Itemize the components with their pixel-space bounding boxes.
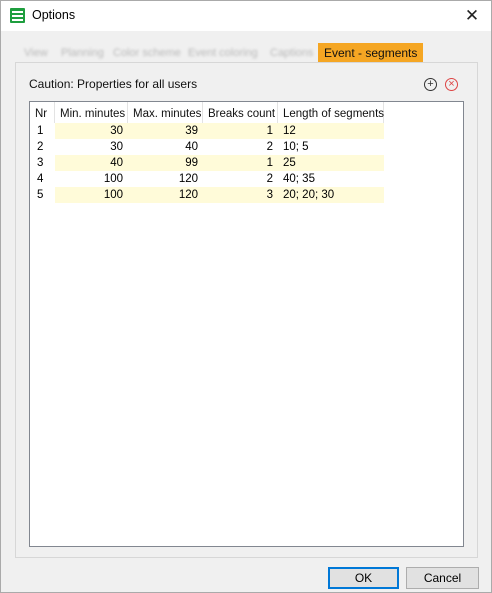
tab-event-coloring[interactable]: Event coloring [188,43,258,63]
cell-length-of-segments[interactable]: 25 [278,155,384,171]
cell-nr: 4 [30,171,55,187]
cell-min-minutes[interactable]: 30 [55,123,128,139]
cell-nr: 3 [30,155,55,171]
table-row[interactable]: 3 40 99 1 25 [30,155,384,171]
table-row[interactable]: 4 100 120 2 40; 35 [30,171,384,187]
ok-button[interactable]: OK [328,567,399,589]
cell-breaks-count[interactable]: 1 [203,155,278,171]
cell-max-minutes[interactable]: 99 [128,155,203,171]
tab-view[interactable]: View [24,43,48,63]
cancel-button[interactable]: Cancel [406,567,479,589]
tab-color-scheme[interactable]: Color scheme [113,43,181,63]
cell-max-minutes[interactable]: 120 [128,171,203,187]
cell-breaks-count[interactable]: 2 [203,139,278,155]
cell-min-minutes[interactable]: 100 [55,171,128,187]
cell-length-of-segments[interactable]: 20; 20; 30 [278,187,384,203]
segments-table[interactable]: Nr Min. minutes Max. minutes Breaks coun… [29,101,464,547]
cell-nr: 1 [30,123,55,139]
cell-length-of-segments[interactable]: 12 [278,123,384,139]
remove-circle-icon[interactable]: × [445,78,458,91]
tab-planning[interactable]: Planning [61,43,104,63]
plus-circle-icon[interactable]: + [424,78,437,91]
caution-label: Caution: Properties for all users [29,77,198,91]
table-row[interactable]: 1 30 39 1 12 [30,123,384,139]
tab-captions[interactable]: Captions [270,43,313,63]
close-icon[interactable]: ✕ [459,4,485,28]
title-bar: Options ✕ [1,1,491,31]
cell-breaks-count[interactable]: 3 [203,187,278,203]
table-row[interactable]: 2 30 40 2 10; 5 [30,139,384,155]
cell-min-minutes[interactable]: 30 [55,139,128,155]
tab-event-segments[interactable]: Event - segments [318,43,424,63]
options-dialog: Options ✕ View Planning Color scheme Eve… [0,0,492,593]
cell-length-of-segments[interactable]: 10; 5 [278,139,384,155]
cell-length-of-segments[interactable]: 40; 35 [278,171,384,187]
window-title: Options [32,8,76,22]
cell-max-minutes[interactable]: 39 [128,123,203,139]
cell-breaks-count[interactable]: 2 [203,171,278,187]
cell-min-minutes[interactable]: 40 [55,155,128,171]
cell-min-minutes[interactable]: 100 [55,187,128,203]
cell-max-minutes[interactable]: 120 [128,187,203,203]
cell-max-minutes[interactable]: 40 [128,139,203,155]
table-icon [10,8,25,23]
cell-nr: 2 [30,139,55,155]
cell-nr: 5 [30,187,55,203]
cell-breaks-count[interactable]: 1 [203,123,278,139]
table-row[interactable]: 5 100 120 3 20; 20; 30 [30,187,384,203]
